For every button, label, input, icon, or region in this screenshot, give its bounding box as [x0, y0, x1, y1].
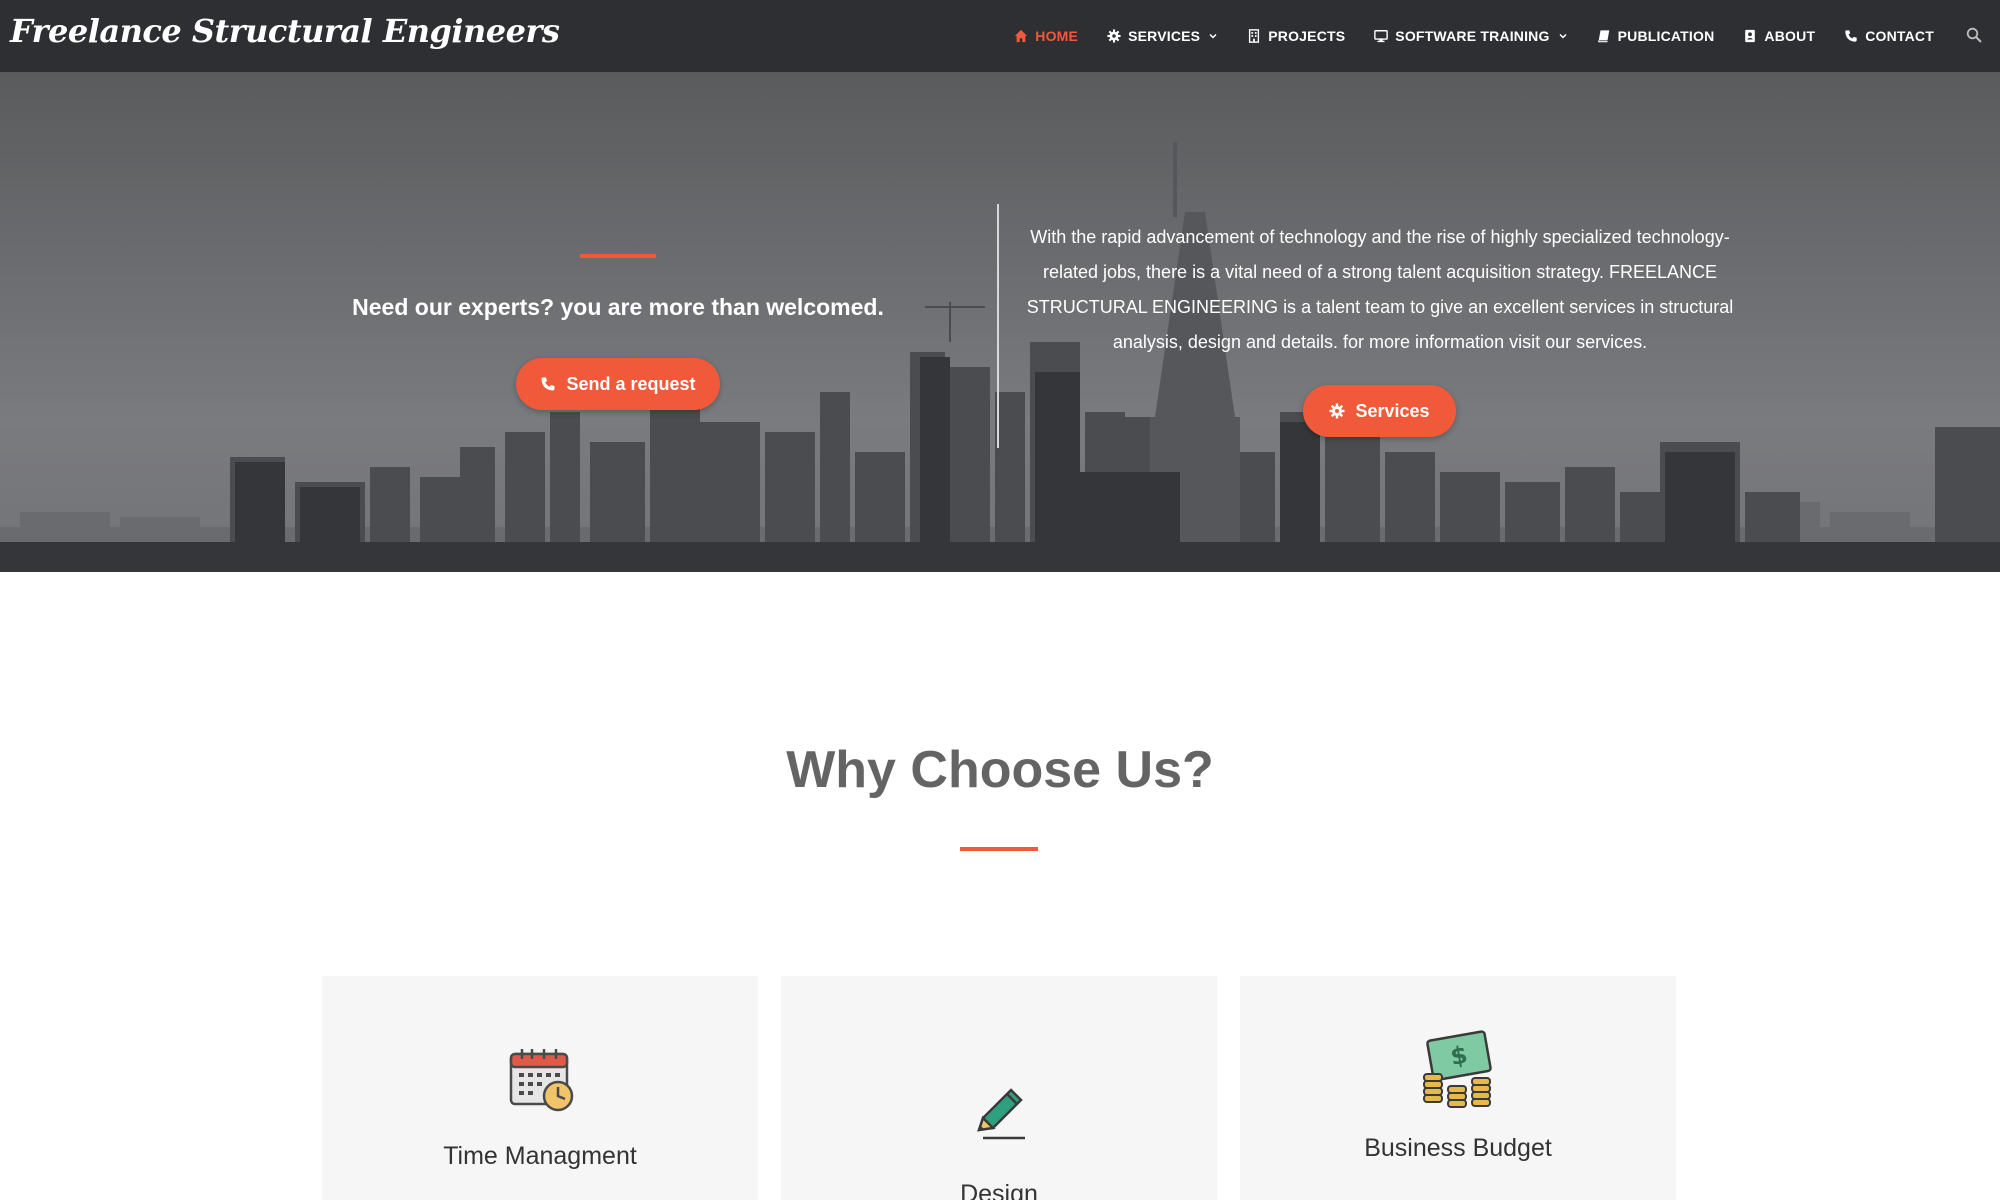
site-logo[interactable]: Freelance Structural Engineers	[10, 12, 560, 50]
nav-label: PUBLICATION	[1617, 28, 1715, 44]
send-request-label: Send a request	[566, 373, 696, 394]
building-icon	[1246, 28, 1262, 44]
phone-icon	[540, 376, 556, 392]
chevron-down-icon	[1558, 31, 1568, 41]
book-icon	[1596, 28, 1612, 44]
why-choose-us-title: Why Choose Us?	[786, 741, 1214, 799]
nav-item-projects[interactable]: PROJECTS	[1246, 28, 1345, 44]
nav-item-home[interactable]: HOME	[1013, 28, 1078, 44]
services-label: Services	[1355, 400, 1430, 421]
phone-icon	[1843, 28, 1859, 44]
pencil-icon	[977, 1088, 1025, 1140]
nav-label: PROJECTS	[1268, 28, 1346, 44]
card-title: Business Budget	[1364, 1134, 1552, 1162]
feature-card-business-budget: $ Business Budget	[1240, 976, 1676, 1200]
hero-divider	[997, 204, 999, 448]
hero-heading: Need our experts? you are more than welc…	[352, 294, 884, 320]
contact-card-icon	[1742, 28, 1758, 44]
nav-item-publication[interactable]: PUBLICATION	[1596, 28, 1715, 44]
monitor-icon	[1373, 28, 1389, 44]
nav-item-services[interactable]: SERVICES	[1106, 28, 1218, 44]
nav-label: HOME	[1035, 28, 1079, 44]
services-button[interactable]: Services	[1303, 385, 1456, 437]
money-coins-icon: $	[1423, 1030, 1492, 1108]
gear-icon	[1329, 403, 1345, 419]
search-icon[interactable]	[1966, 27, 1984, 45]
chevron-down-icon	[1208, 31, 1218, 41]
calendar-clock-icon	[509, 1049, 574, 1112]
nav-item-about[interactable]: ABOUT	[1742, 28, 1815, 44]
top-navbar: Freelance Structural Engineers HOME SERV…	[0, 0, 2000, 72]
nav-label: SOFTWARE TRAINING	[1395, 28, 1550, 44]
gear-icon	[1106, 28, 1122, 44]
hero-section: Need our experts? you are more than welc…	[0, 72, 2000, 572]
hero-accent-line	[580, 254, 656, 258]
send-request-button[interactable]: Send a request	[516, 358, 720, 410]
home-icon	[1013, 28, 1029, 44]
nav-label: CONTACT	[1865, 28, 1934, 44]
nav-item-software-training[interactable]: SOFTWARE TRAINING	[1373, 28, 1567, 44]
hero-description: With the rapid advancement of technology…	[1026, 227, 1734, 352]
nav-label: SERVICES	[1128, 28, 1201, 44]
nav-label: ABOUT	[1764, 28, 1816, 44]
feature-card-time-management: Time Managment	[322, 976, 758, 1200]
main-nav: HOME SERVICES PROJECTS SOFTWARE TRAINING	[985, 0, 1984, 72]
card-title: Time Managment	[443, 1142, 637, 1170]
why-accent-line	[960, 847, 1038, 851]
nav-item-contact[interactable]: CONTACT	[1843, 28, 1934, 44]
card-title: Design	[960, 1180, 1038, 1200]
feature-card-design: Design	[781, 976, 1217, 1200]
